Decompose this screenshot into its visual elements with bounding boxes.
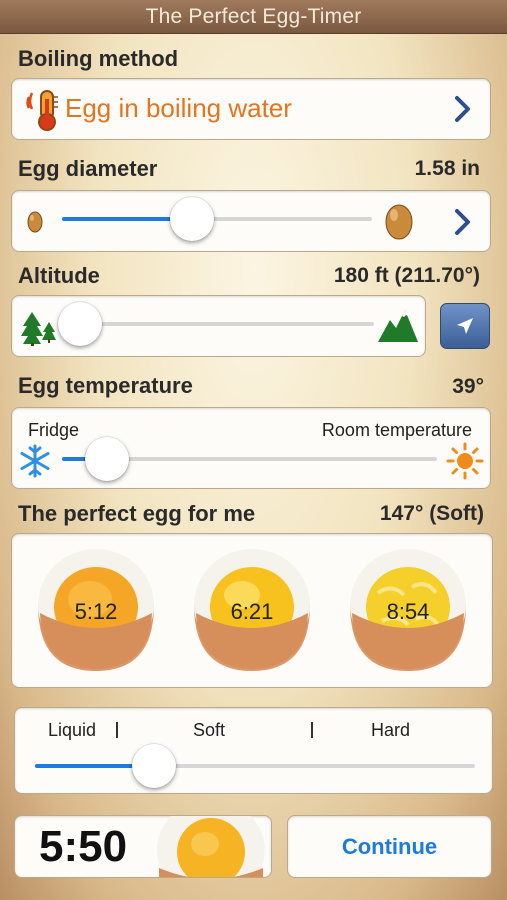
chevron-right-icon[interactable] <box>452 207 474 237</box>
hard-label: Hard <box>371 720 411 740</box>
continue-button-label: Continue <box>341 833 438 859</box>
egg-temperature-value: 39° <box>452 375 484 398</box>
continue-button[interactable]: Continue <box>287 815 492 878</box>
altitude-panel <box>11 295 426 357</box>
egg-diameter-slider[interactable] <box>62 197 372 241</box>
boiling-method-value: Egg in boiling water <box>65 93 292 123</box>
title-bar: The Perfect Egg-Timer <box>0 0 507 34</box>
perfect-egg-label: The perfect egg for me <box>18 501 256 526</box>
egg-diameter-slider-thumb[interactable] <box>170 197 215 241</box>
egg-temperature-panel: Fridge Room temperature <box>11 407 491 489</box>
egg-temperature-slider-thumb[interactable] <box>85 437 129 481</box>
egg-thumbnail-icon <box>157 816 265 877</box>
egg-temperature-label: Egg temperature <box>18 373 193 398</box>
egg-diameter-panel <box>11 190 491 252</box>
egg-temperature-slider[interactable] <box>62 437 437 481</box>
thermometer-icon <box>26 90 58 131</box>
locate-button[interactable] <box>440 303 490 349</box>
sun-icon <box>446 442 484 480</box>
perfect-egg-panel: 5:12 6:21 8:54 <box>11 533 493 688</box>
altitude-label: Altitude <box>18 263 100 288</box>
tick-mark <box>116 722 118 738</box>
snowflake-icon <box>20 444 50 478</box>
consistency-slider-thumb[interactable] <box>131 744 176 788</box>
medium-egg-option[interactable]: 6:21 <box>186 543 318 675</box>
timer-panel: 5:50 <box>14 815 272 878</box>
boiling-method-label: Boiling method <box>18 46 179 71</box>
boiling-method-selector[interactable]: Egg in boiling water <box>11 78 491 140</box>
altitude-slider[interactable] <box>57 302 374 346</box>
altitude-value: 180 ft (211.70°) <box>333 264 480 287</box>
small-egg-icon <box>27 211 43 233</box>
large-egg-icon <box>385 204 413 240</box>
soft-egg-option[interactable]: 5:12 <box>30 543 162 675</box>
egg-diameter-label: Egg diameter <box>18 156 158 181</box>
trees-icon <box>21 312 56 346</box>
room-temperature-label: Room temperature <box>321 420 472 440</box>
soft-label: Soft <box>193 720 226 740</box>
egg-diameter-value: 1.58 in <box>414 157 480 180</box>
consistency-slider[interactable] <box>35 744 475 788</box>
app-title: The Perfect Egg-Timer <box>145 4 362 28</box>
timer-value: 5:50 <box>39 822 128 871</box>
location-arrow-icon <box>457 318 473 334</box>
medium-egg-time: 6:21 <box>230 599 274 624</box>
soft-egg-time: 5:12 <box>74 599 118 624</box>
liquid-label: Liquid <box>48 720 97 740</box>
fridge-label: Fridge <box>28 420 80 440</box>
mountains-icon <box>378 310 418 342</box>
hard-egg-option[interactable]: 8:54 <box>342 543 474 675</box>
consistency-panel: Liquid Soft Hard <box>14 707 493 794</box>
altitude-slider-thumb[interactable] <box>57 302 102 346</box>
chevron-right-icon <box>455 96 470 122</box>
hard-egg-time: 8:54 <box>386 599 430 624</box>
perfect-egg-value: 147° (Soft) <box>379 502 484 525</box>
tick-mark <box>311 722 313 738</box>
